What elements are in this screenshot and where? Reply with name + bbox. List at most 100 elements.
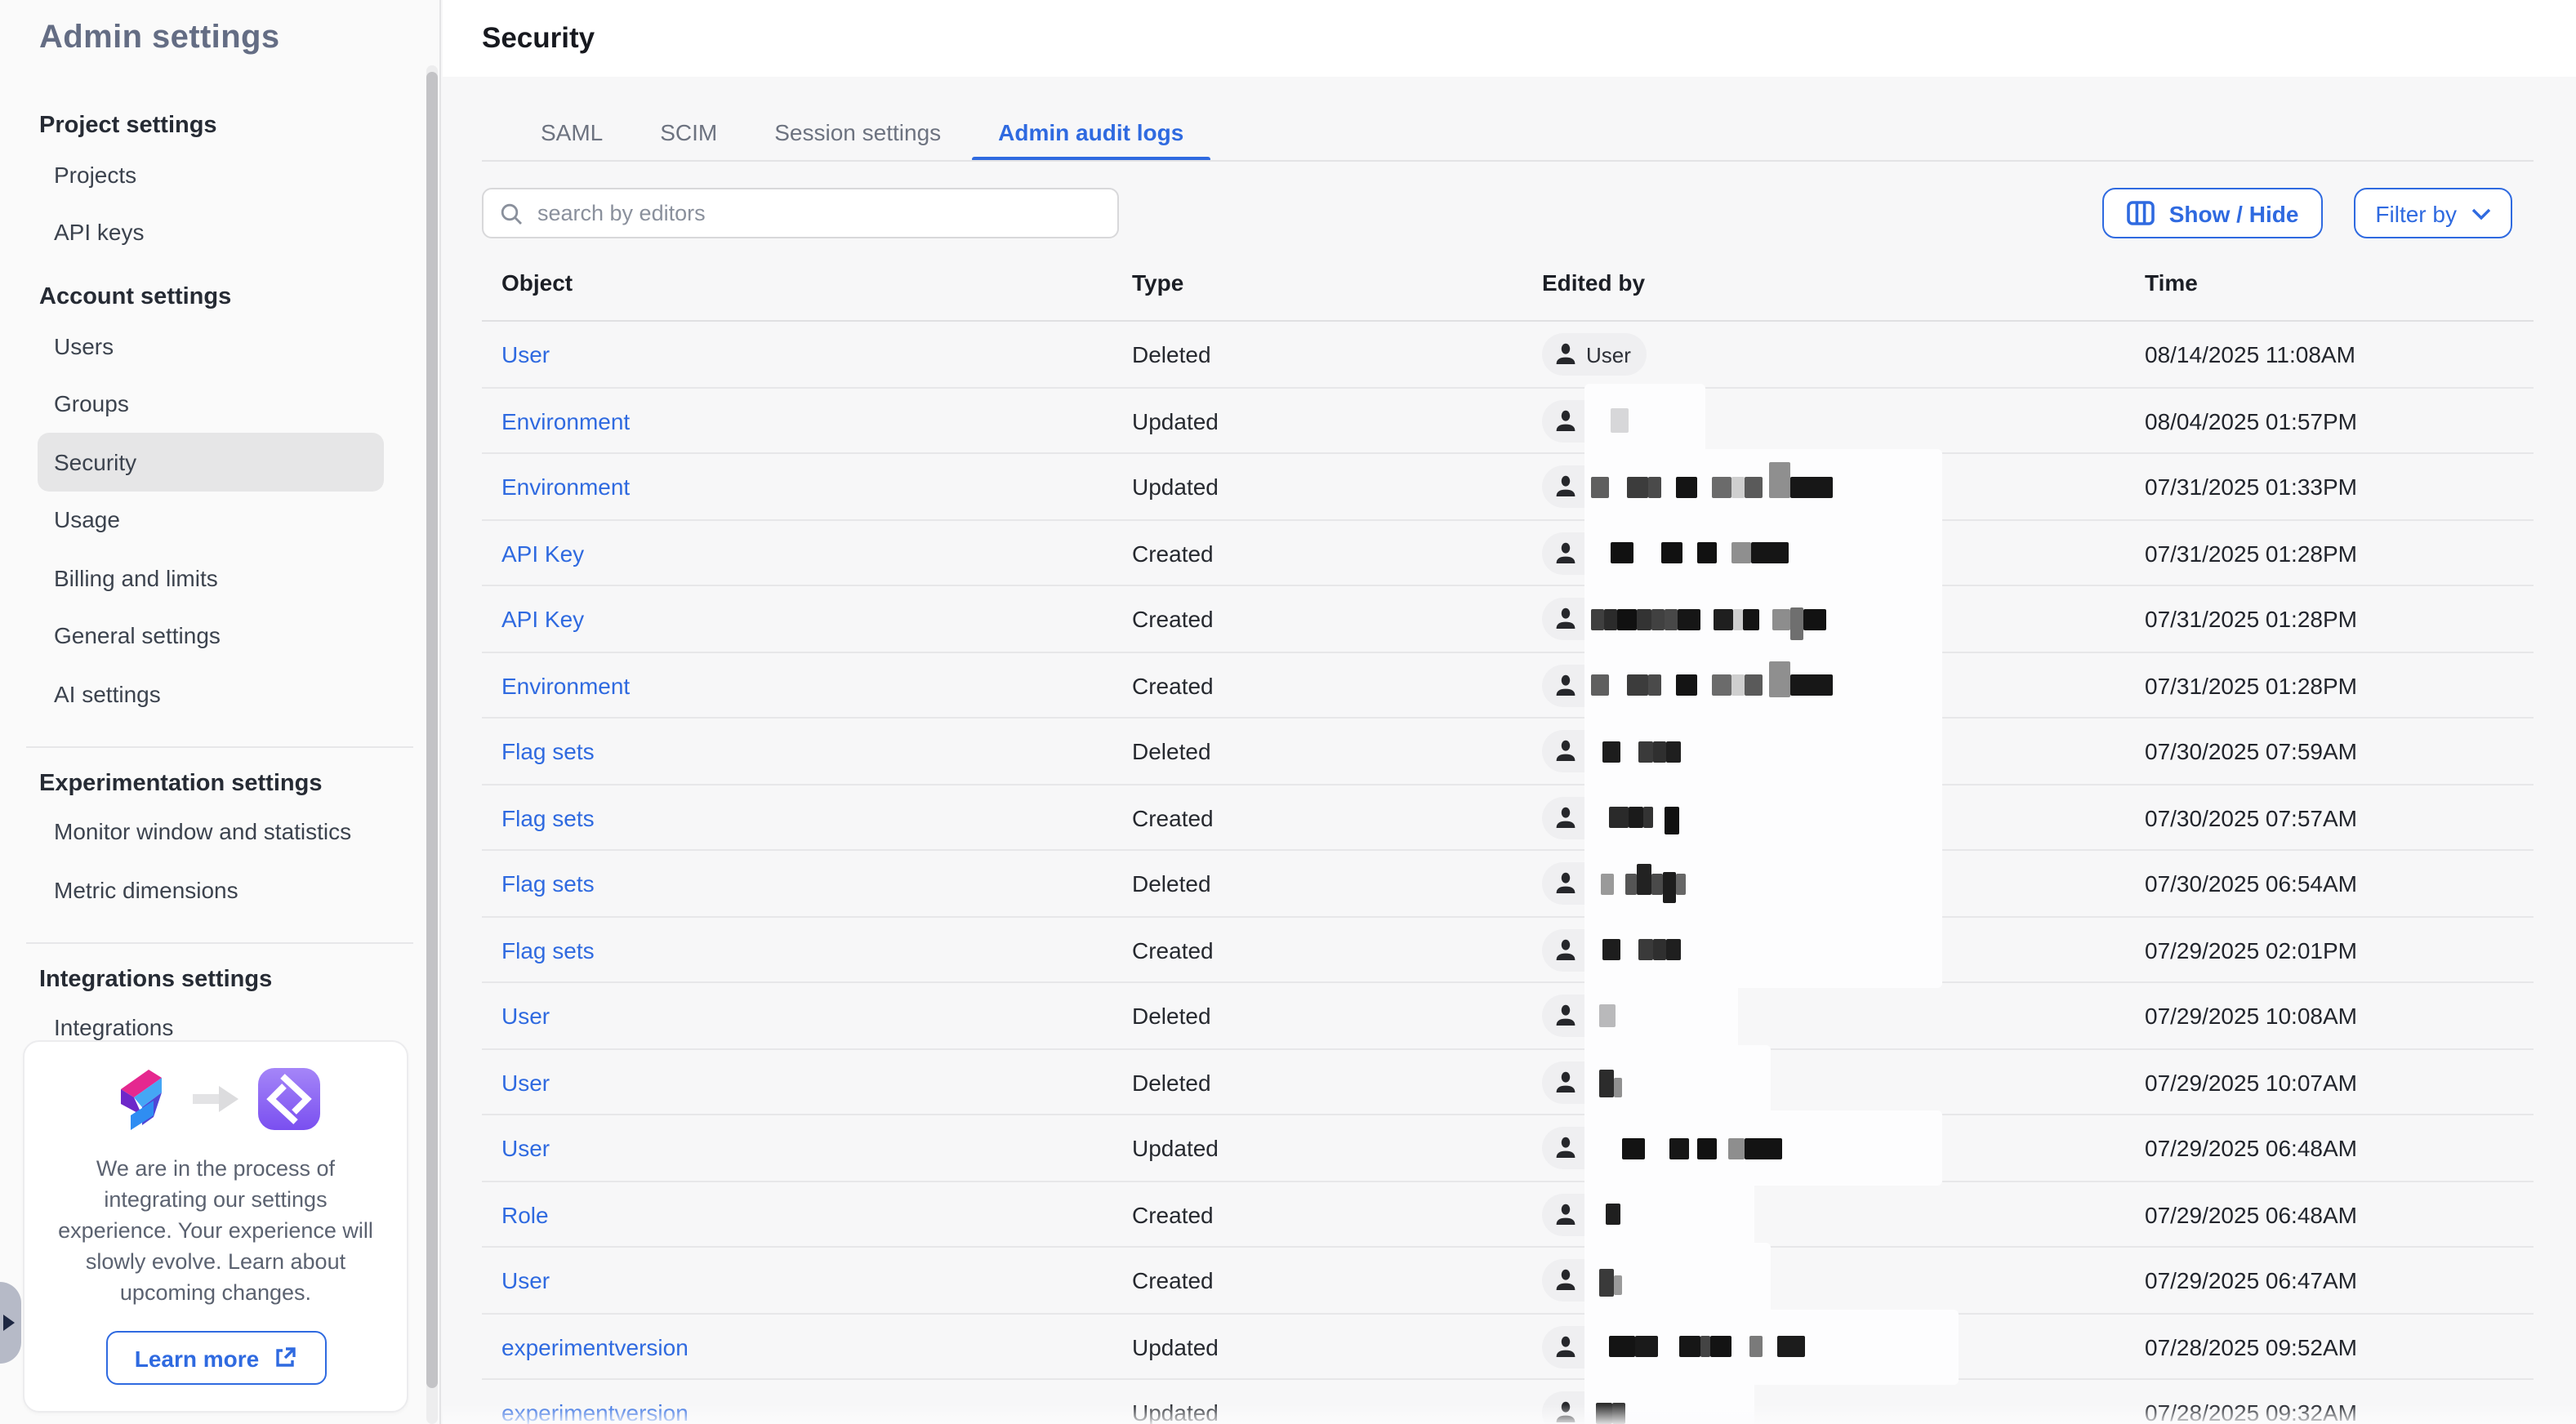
promo-logos (44, 1065, 387, 1133)
person-icon (1555, 608, 1576, 631)
harness-logo-icon (256, 1066, 322, 1132)
sidebar-item-projects[interactable]: Projects (38, 145, 384, 203)
sidebar-item-metric-dimensions[interactable]: Metric dimensions (38, 861, 384, 919)
sidebar: Admin settings Project settingsProjectsA… (0, 0, 441, 1424)
object-link-flag-sets[interactable]: Flag sets (501, 805, 595, 831)
tab-session-settings[interactable]: Session settings (748, 105, 967, 158)
sidebar-item-billing-and-limits[interactable]: Billing and limits (38, 549, 384, 607)
sidebar-item-general-settings[interactable]: General settings (38, 607, 384, 665)
object-link-environment[interactable]: Environment (501, 673, 630, 699)
person-icon (1555, 939, 1576, 962)
redacted-editor-name (1591, 652, 1833, 719)
type-cell: Created (1132, 937, 1214, 963)
sidebar-item-ai-settings[interactable]: AI settings (38, 665, 384, 723)
object-link-flag-sets[interactable]: Flag sets (501, 937, 595, 963)
redacted-editor-name (1591, 520, 1789, 586)
sidebar-section-header-integrations-settings: Integrations settings (0, 959, 439, 999)
redacted-editor-name (1591, 1380, 1625, 1424)
object-link-user[interactable]: User (501, 1003, 550, 1030)
show-hide-button[interactable]: Show / Hide (2102, 188, 2324, 238)
filter-by-label: Filter by (2375, 200, 2457, 226)
tab-scim[interactable]: SCIM (634, 105, 743, 158)
object-link-user[interactable]: User (501, 342, 550, 368)
time-cell: 07/30/2025 07:57AM (2145, 805, 2357, 831)
redacted-editor-name (1591, 983, 1616, 1049)
search-box[interactable] (482, 188, 1119, 238)
sidebar-item-users[interactable]: Users (38, 317, 384, 375)
learn-more-label: Learn more (135, 1345, 260, 1371)
object-link-user[interactable]: User (501, 1070, 550, 1096)
sidebar-scrollbar[interactable] (426, 65, 438, 1424)
redacted-editor-name (1591, 388, 1629, 454)
time-cell: 07/31/2025 01:28PM (2145, 541, 2357, 567)
time-cell: 07/29/2025 06:47AM (2145, 1268, 2357, 1294)
type-cell: Deleted (1132, 1070, 1211, 1096)
time-cell: 07/29/2025 06:48AM (2145, 1136, 2357, 1162)
type-cell: Updated (1132, 1400, 1219, 1424)
object-link-environment[interactable]: Environment (501, 408, 630, 434)
person-icon (1555, 807, 1576, 830)
audit-log-table: ObjectTypeEdited byTime UserDeletedUser0… (482, 258, 2534, 1424)
person-icon (1555, 410, 1576, 433)
object-link-user[interactable]: User (501, 1136, 550, 1162)
time-cell: 07/29/2025 06:48AM (2145, 1202, 2357, 1228)
sidebar-divider (26, 745, 413, 747)
table-row: experimentversion Updated 07/28/2025 09:32… (482, 1380, 2534, 1424)
object-link-experimentversion[interactable]: experimentversion (501, 1334, 689, 1360)
object-link-user[interactable]: User (501, 1268, 550, 1294)
table-row: Flag setsDeleted07/30/2025 06:54AM (482, 851, 2534, 917)
object-link-flag-sets[interactable]: Flag sets (501, 871, 595, 897)
sidebar-scrollbar-thumb[interactable] (426, 72, 438, 1388)
tab-admin-audit-logs[interactable]: Admin audit logs (972, 105, 1210, 158)
person-icon (1555, 542, 1576, 565)
person-icon (1555, 674, 1576, 697)
type-cell: Updated (1132, 1136, 1219, 1162)
sidebar-item-api-keys[interactable]: API keys (38, 203, 384, 261)
sidebar-divider (26, 941, 413, 943)
object-link-experimentversion[interactable]: experimentversion (501, 1400, 689, 1424)
time-cell: 07/28/2025 09:32AM (2145, 1400, 2357, 1424)
redacted-editor-name (1591, 851, 1686, 917)
table-row: RoleCreated07/29/2025 06:48AM (482, 1181, 2534, 1248)
app-window: Admin settings Project settingsProjectsA… (0, 0, 2576, 1424)
type-cell: Created (1132, 1268, 1214, 1294)
type-cell: Created (1132, 673, 1214, 699)
time-cell: 07/31/2025 01:33PM (2145, 474, 2357, 501)
type-cell: Updated (1132, 408, 1219, 434)
redacted-editor-name (1591, 917, 1681, 983)
object-link-environment[interactable]: Environment (501, 474, 630, 501)
time-cell: 07/30/2025 06:54AM (2145, 871, 2357, 897)
table-row: EnvironmentUpdated07/31/2025 01:33PM (482, 454, 2534, 520)
redacted-editor-name (1591, 785, 1679, 851)
object-link-flag-sets[interactable]: Flag sets (501, 739, 595, 765)
redacted-editor-name (1591, 586, 1826, 652)
page-header: Security (443, 0, 2576, 77)
person-icon (1555, 1005, 1576, 1028)
toolbar: Show / Hide Filter by (482, 188, 2512, 238)
filter-by-button[interactable]: Filter by (2354, 188, 2512, 238)
sidebar-sections: Project settingsProjectsAPI keysAccount … (0, 67, 439, 1057)
search-input[interactable] (534, 199, 1101, 227)
object-link-api-key[interactable]: API Key (501, 541, 584, 567)
tab-divider (482, 160, 2534, 162)
tab-saml[interactable]: SAML (515, 105, 629, 158)
type-cell: Deleted (1132, 1003, 1211, 1030)
object-link-role[interactable]: Role (501, 1202, 549, 1228)
promo-card: We are in the process of integrating our… (23, 1040, 408, 1413)
learn-more-button[interactable]: Learn more (105, 1331, 326, 1385)
object-link-api-key[interactable]: API Key (501, 607, 584, 633)
table-row: API KeyCreated07/31/2025 01:28PM (482, 520, 2534, 586)
sidebar-item-groups[interactable]: Groups (38, 375, 384, 433)
person-icon (1555, 1336, 1576, 1359)
column-header-edited-by: Edited by (1542, 269, 1645, 296)
panel-expand-handle[interactable] (0, 1282, 21, 1364)
type-cell: Deleted (1132, 739, 1211, 765)
person-icon (1555, 1270, 1576, 1293)
sidebar-item-monitor-window-and-statistics[interactable]: Monitor window and statistics (38, 803, 384, 861)
sidebar-item-security[interactable]: Security (38, 433, 384, 491)
sidebar-item-usage[interactable]: Usage (38, 491, 384, 549)
time-cell: 07/29/2025 10:07AM (2145, 1070, 2357, 1096)
redacted-editor-name (1591, 1314, 1805, 1380)
person-icon (1555, 1204, 1576, 1226)
table-row: UserDeletedUser08/14/2025 11:08AM (482, 322, 2534, 388)
